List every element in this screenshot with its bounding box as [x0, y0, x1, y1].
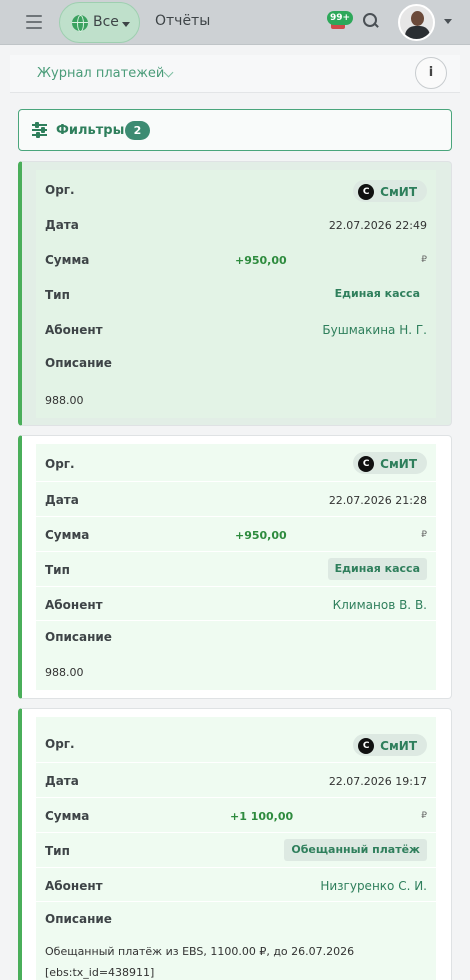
org-label: Орг.: [45, 737, 75, 751]
date-row: Дата 22.07.2026 22:49: [36, 207, 436, 242]
amount-value: +950,00: [235, 529, 287, 542]
currency-sign: ₽: [421, 530, 427, 540]
type-row: Тип Единая касса: [36, 277, 436, 312]
subscriber-link[interactable]: Низгуренко С. И.: [320, 879, 427, 893]
description-value: 988.00: [45, 666, 84, 679]
amount-label: Сумма: [45, 809, 90, 823]
date-label: Дата: [45, 774, 79, 788]
org-row: Орг. C СмИТ: [36, 170, 436, 207]
chevron-down-icon[interactable]: [163, 67, 174, 78]
info-button[interactable]: i: [415, 57, 447, 89]
amount-row: Сумма +950,00 ₽: [36, 242, 436, 277]
description-row: Описание Обещанный платёж из EBS, 1100.0…: [36, 902, 436, 980]
scope-label: Все: [93, 14, 119, 30]
amount-value: +950,00: [235, 254, 287, 267]
payment-card[interactable]: Орг. C СмИТ Дата 22.07.2026 22:49 Сумма +…: [18, 161, 452, 426]
notifications-badge: 99+: [327, 11, 353, 25]
scope-selector[interactable]: Все: [59, 2, 140, 43]
org-name: СмИТ: [380, 457, 417, 471]
amount-row: Сумма +1 100,00 ₽: [36, 798, 436, 833]
org-name: СмИТ: [380, 739, 417, 753]
caret-down-icon: [122, 22, 130, 27]
date-label: Дата: [45, 493, 79, 507]
org-chip[interactable]: C СмИТ: [353, 180, 427, 202]
subscriber-row: Абонент Климанов В. В.: [36, 587, 436, 621]
subscriber-row: Абонент Бушмакина Н. Г.: [36, 312, 436, 346]
type-row: Тип Единая касса: [36, 552, 436, 587]
top-bar: Все Отчёты 99+: [0, 0, 470, 45]
date-row: Дата 22.07.2026 21:28: [36, 482, 436, 517]
org-label: Орг.: [45, 183, 75, 197]
payment-card[interactable]: Орг. C СмИТ Дата 22.07.2026 21:28 Сумма +…: [18, 435, 452, 699]
filters-button[interactable]: Фильтры 2: [18, 109, 452, 151]
org-logo-icon: C: [358, 456, 375, 472]
org-chip[interactable]: C СмИТ: [353, 734, 427, 756]
date-value: 22.07.2026 22:49: [328, 219, 427, 232]
date-row: Дата 22.07.2026 19:17: [36, 763, 436, 798]
description-label: Описание: [45, 356, 112, 370]
description-line-1: Обещанный платёж из EBS, 1100.00 ₽, до 2…: [45, 945, 355, 958]
subscriber-label: Абонент: [45, 879, 103, 893]
search-icon[interactable]: [363, 13, 378, 29]
currency-sign: ₽: [421, 811, 427, 821]
page-title[interactable]: Журнал платежей: [37, 66, 164, 81]
type-row: Тип Обещанный платёж: [36, 833, 436, 868]
org-row: Орг. C СмИТ: [36, 717, 436, 763]
caret-down-icon[interactable]: [444, 19, 452, 24]
org-logo-icon: C: [358, 738, 375, 754]
org-chip[interactable]: C СмИТ: [353, 452, 427, 474]
avatar[interactable]: [398, 4, 435, 41]
sliders-icon: [32, 122, 47, 138]
subscriber-link[interactable]: Бушмакина Н. Г.: [322, 323, 427, 337]
type-label: Тип: [45, 563, 70, 577]
subscriber-link[interactable]: Климанов В. В.: [333, 598, 427, 612]
description-label: Описание: [45, 630, 112, 644]
description-line-2: [ebs:tx_id=438911]: [45, 966, 155, 979]
globe-icon: [72, 15, 88, 32]
subscriber-row: Абонент Низгуренко С. И.: [36, 868, 436, 902]
type-badge: Единая касса: [334, 287, 420, 300]
filters-label: Фильтры: [56, 123, 125, 138]
org-label: Орг.: [45, 457, 75, 471]
subscriber-label: Абонент: [45, 598, 103, 612]
description-value: 988.00: [45, 394, 84, 407]
subscriber-label: Абонент: [45, 323, 103, 337]
amount-label: Сумма: [45, 528, 90, 542]
currency-sign: ₽: [421, 255, 427, 265]
date-value: 22.07.2026 19:17: [328, 775, 427, 788]
amount-row: Сумма +950,00 ₽: [36, 517, 436, 552]
org-logo-icon: C: [358, 184, 375, 200]
payment-card[interactable]: Орг. C СмИТ Дата 22.07.2026 19:17 Сумма +…: [18, 708, 452, 980]
org-name: СмИТ: [380, 185, 417, 199]
amount-value: +1 100,00: [230, 810, 294, 823]
page-header: Журнал платежей i: [10, 55, 460, 93]
reports-link[interactable]: Отчёты: [155, 13, 210, 29]
type-badge: Обещанный платёж: [284, 839, 427, 861]
filters-count-badge: 2: [125, 121, 150, 140]
amount-label: Сумма: [45, 253, 90, 267]
type-badge: Единая касса: [327, 558, 427, 580]
org-row: Орг. C СмИТ: [36, 444, 436, 482]
type-label: Тип: [45, 288, 70, 302]
menu-icon[interactable]: [26, 15, 42, 29]
date-label: Дата: [45, 218, 79, 232]
date-value: 22.07.2026 21:28: [328, 494, 427, 507]
description-row: Описание 988.00: [36, 346, 436, 418]
description-row: Описание 988.00: [36, 621, 436, 690]
description-label: Описание: [45, 912, 112, 926]
type-label: Тип: [45, 844, 70, 858]
